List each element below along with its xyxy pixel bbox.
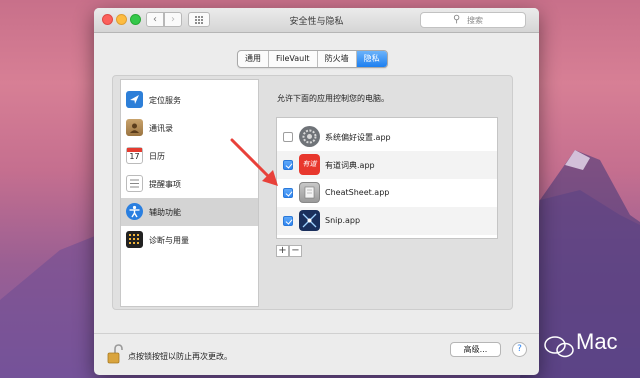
watermark-text: Mac [576, 329, 618, 354]
annotation-arrow-icon [230, 138, 278, 186]
